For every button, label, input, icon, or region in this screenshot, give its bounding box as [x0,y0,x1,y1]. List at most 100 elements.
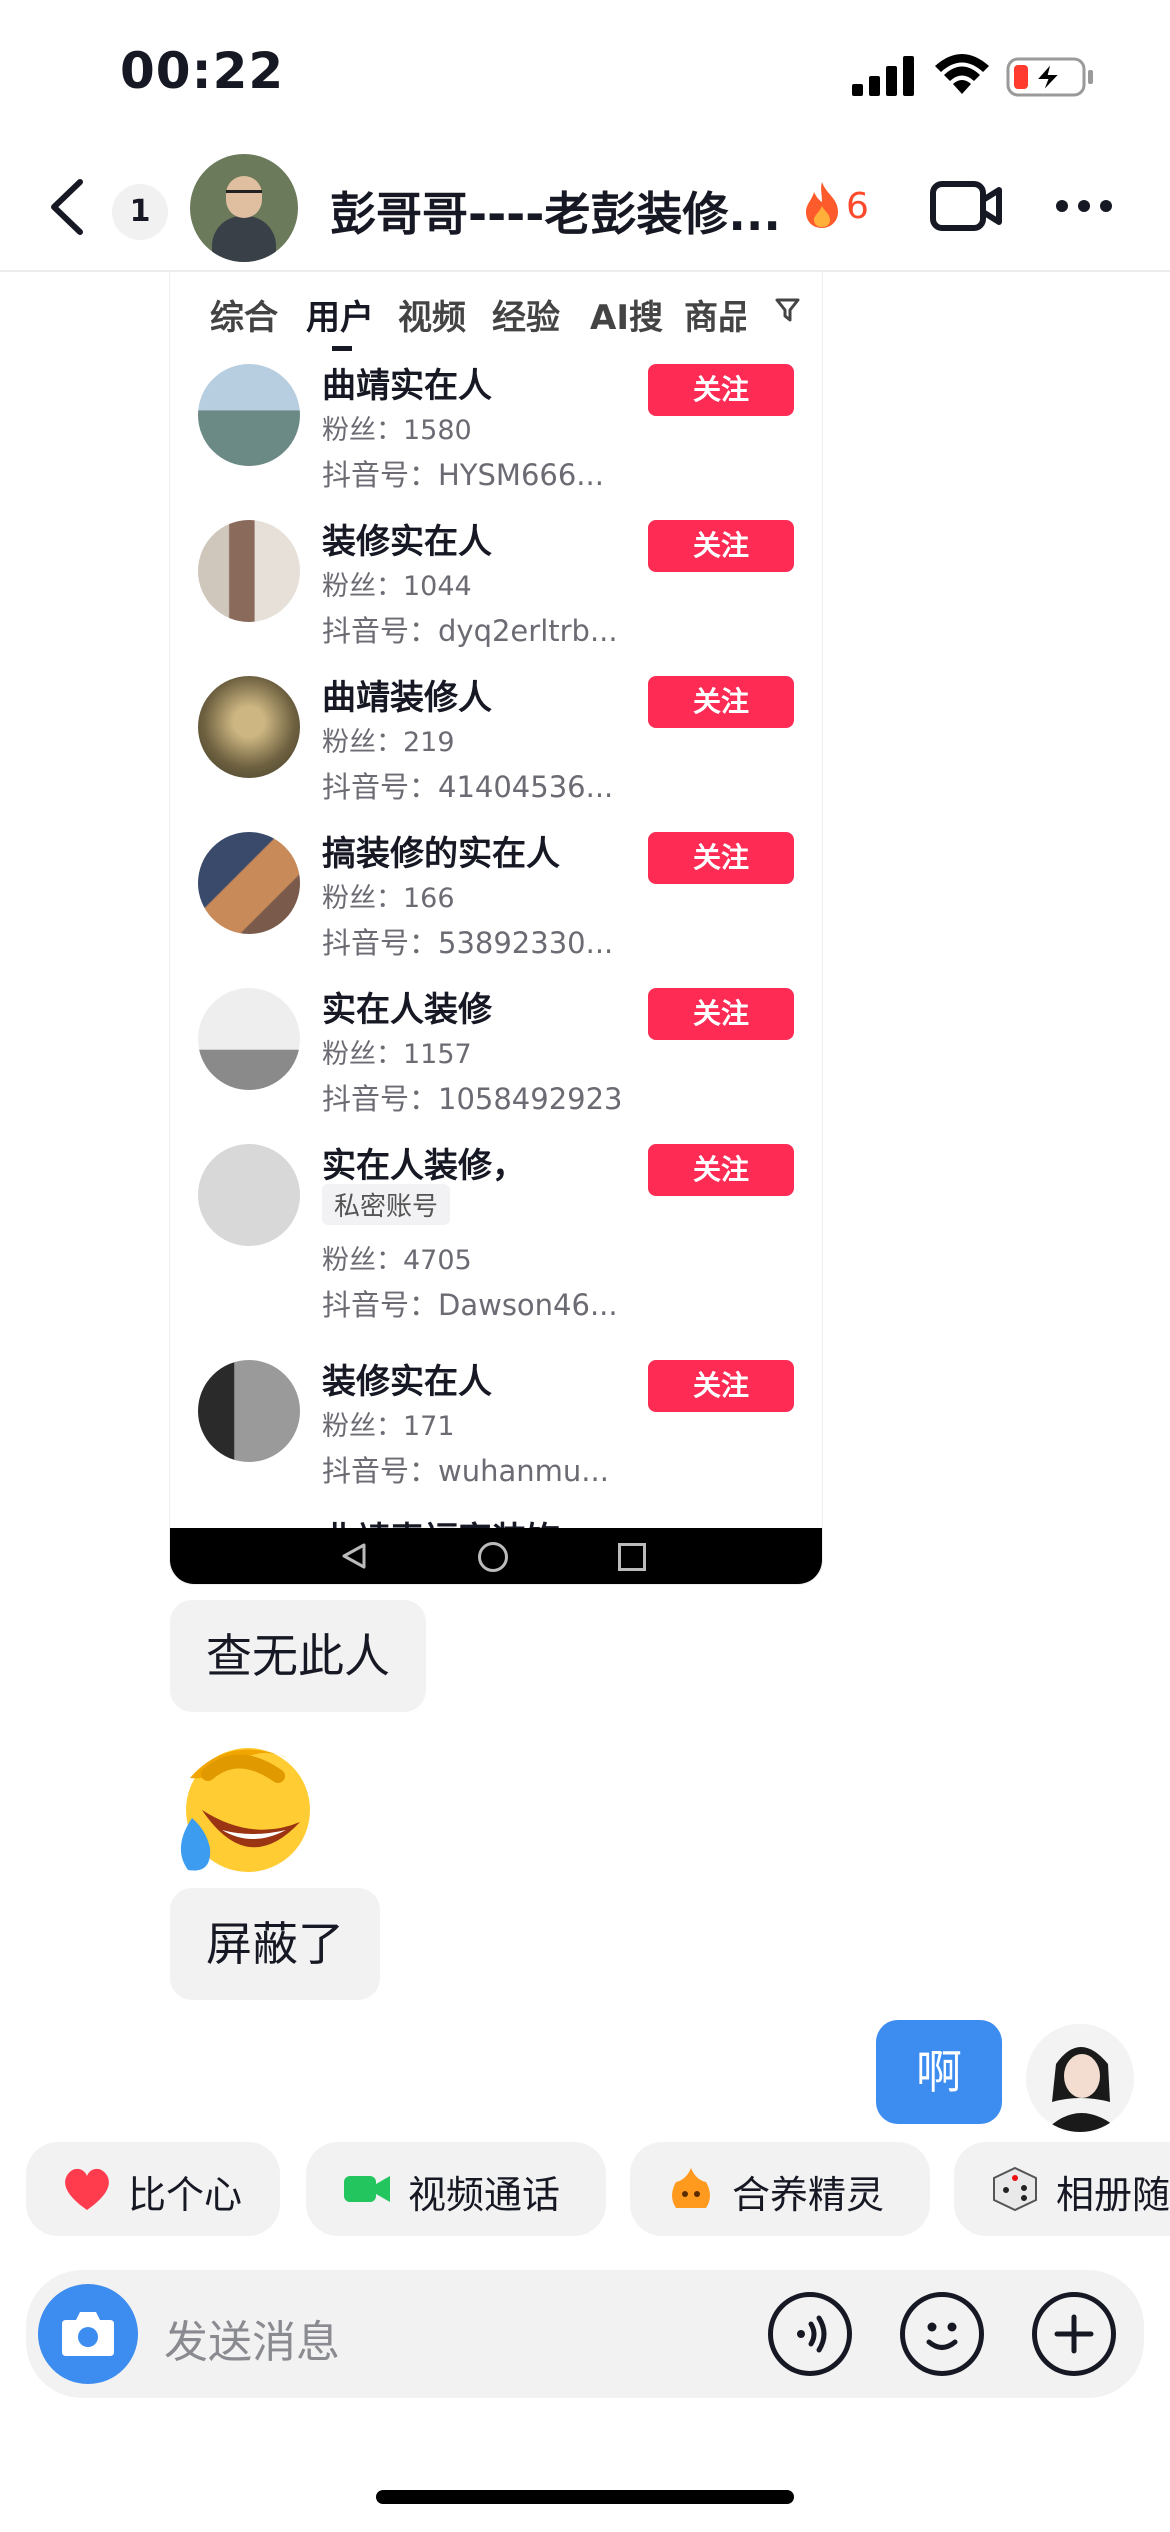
battery-charging-icon [1006,57,1093,97]
user-avatar [198,988,300,1090]
quick-action-album[interactable]: 相册随 [954,2142,1170,2236]
smiley-icon [926,2322,958,2350]
heart-icon [65,2168,109,2210]
user-name: 曲靖装修人 [322,678,492,718]
avatar-glasses [226,190,262,198]
user-result-row: 装修实在人 粉丝：1044 抖音号：dyq2erltrb... 关注 [170,520,822,670]
user-result-row: 实在人装修 粉丝：1157 抖音号：1058492923 关注 [170,988,822,1138]
quick-action-heart[interactable]: 比个心 [26,2142,280,2236]
video-camera-icon [344,2176,390,2202]
user-douyin-id: 抖音号：53892330... [322,926,614,960]
status-time: 00:22 [120,42,285,100]
filter-icon [775,298,800,322]
quick-action-label: 视频通话 [408,2173,561,2217]
contact-avatar[interactable] [190,154,298,262]
quick-action-video-call[interactable]: 视频通话 [306,2142,606,2236]
user-avatar [198,364,300,466]
fire-streak-icon [806,182,838,228]
tab-ai-search: AI搜 [590,298,663,338]
private-account-tag: 私密账号 [322,1184,451,1225]
more-options-icon[interactable] [1054,198,1114,214]
user-fans: 粉丝：1157 [322,1039,472,1070]
camera-button[interactable] [38,2284,138,2384]
follow-button: 关注 [648,676,794,728]
user-result-row: 搞装修的实在人 粉丝：166 抖音号：53892330... 关注 [170,832,822,982]
home-indicator [376,2490,794,2504]
voice-wave-icon [797,2315,827,2353]
quick-action-label: 比个心 [128,2173,243,2217]
camera-icon [62,2312,114,2356]
plus-icon [1054,2314,1094,2354]
laughing-crying-face-emoji[interactable] [168,1738,318,1878]
user-fans: 粉丝：219 [322,727,455,758]
quick-action-label: 相册随 [1056,2173,1170,2217]
chat-header: 1 彭哥哥----老彭装修... 6 [0,140,1170,272]
follow-button: 关注 [648,1144,794,1196]
emoji-button[interactable] [900,2292,984,2376]
voice-button[interactable] [768,2292,852,2376]
unread-count-badge[interactable]: 1 [112,184,168,240]
search-tabs: 综合 用户 视频 经验 AI搜 商品 [170,272,822,352]
chat-screen: 00:22 1 彭哥哥----老彭装修... 6 综合 用户 视频 经验 AI搜… [0,0,1170,2532]
user-avatar [198,832,300,934]
user-douyin-id: 抖音号：HYSM666... [322,458,604,492]
tab-products: 商品 [684,298,746,338]
user-name: 实在人装修 [322,990,492,1030]
user-result-row: 实在人装修， 私密账号 粉丝：4705 抖音号：Dawson46... 关注 [170,1144,822,1344]
avatar-figure [212,216,276,262]
nav-recent-icon [618,1543,646,1571]
user-avatar [198,1144,300,1246]
user-douyin-id: 抖音号：wuhanmu... [322,1454,609,1488]
nav-back-icon [342,1543,366,1569]
user-fans: 粉丝：171 [322,1411,455,1442]
user-name: 搞装修的实在人 [322,834,560,874]
follow-button: 关注 [648,520,794,572]
user-name: 曲靖实在人 [322,366,492,406]
cellular-signal-icon [852,56,914,96]
follow-button: 关注 [648,1360,794,1412]
user-avatar [198,676,300,778]
wifi-icon [935,54,989,94]
incoming-message-bubble[interactable]: 屏蔽了 [170,1888,380,2000]
user-fans: 粉丝：4705 [322,1245,472,1276]
outgoing-message-bubble[interactable]: 啊 [876,2020,1002,2124]
tab-experience: 经验 [492,298,560,338]
back-arrow-icon[interactable] [40,174,100,240]
quick-actions-row: 比个心 视频通话 合养精灵 相册随 [0,2142,1170,2238]
android-navigation-bar [170,1528,822,1584]
message-input-bar: 发送消息 [26,2270,1144,2398]
add-more-button[interactable] [1032,2292,1116,2376]
tab-comprehensive: 综合 [210,298,278,338]
user-result-row: 曲靖实在人 粉丝：1580 抖音号：HYSM666... 关注 [170,364,822,514]
user-fans: 粉丝：1580 [322,415,472,446]
quick-action-spirit[interactable]: 合养精灵 [630,2142,930,2236]
my-avatar[interactable] [1026,2024,1134,2132]
streak-count: 6 [846,186,869,227]
incoming-message-bubble[interactable]: 查无此人 [170,1600,426,1712]
user-result-row: 曲靖装修人 粉丝：219 抖音号：41404536... 关注 [170,676,822,826]
nav-home-icon [478,1542,508,1572]
chat-title[interactable]: 彭哥哥----老彭装修... [330,178,790,244]
dice-icon [993,2166,1037,2212]
user-douyin-id: 抖音号：41404536... [322,770,614,804]
tab-videos: 视频 [398,298,466,338]
quick-action-label: 合养精灵 [732,2173,885,2217]
tab-users: 用户 [306,298,374,338]
my-avatar-illustration [1026,2024,1134,2132]
partial-user-name: 曲靖麦福家装饰 [322,1512,560,1528]
user-avatar [198,520,300,622]
spirit-pet-icon [672,2168,710,2208]
follow-button: 关注 [648,832,794,884]
user-douyin-id: 抖音号：1058492923 [322,1082,623,1116]
user-name: 装修实在人 [322,1362,492,1402]
message-input[interactable]: 发送消息 [164,2306,340,2370]
follow-button: 关注 [648,364,794,416]
active-tab-indicator [332,346,352,351]
user-result-row: 装修实在人 粉丝：171 抖音号：wuhanmu... 关注 [170,1360,822,1510]
user-avatar [198,1360,300,1462]
user-name: 实在人装修， [322,1146,526,1186]
shared-screenshot-image[interactable]: 综合 用户 视频 经验 AI搜 商品 曲靖实在人 粉丝：1580 抖音号：HYS… [170,272,822,1584]
video-call-icon[interactable] [930,178,1002,234]
user-fans: 粉丝：166 [322,883,455,914]
follow-button: 关注 [648,988,794,1040]
